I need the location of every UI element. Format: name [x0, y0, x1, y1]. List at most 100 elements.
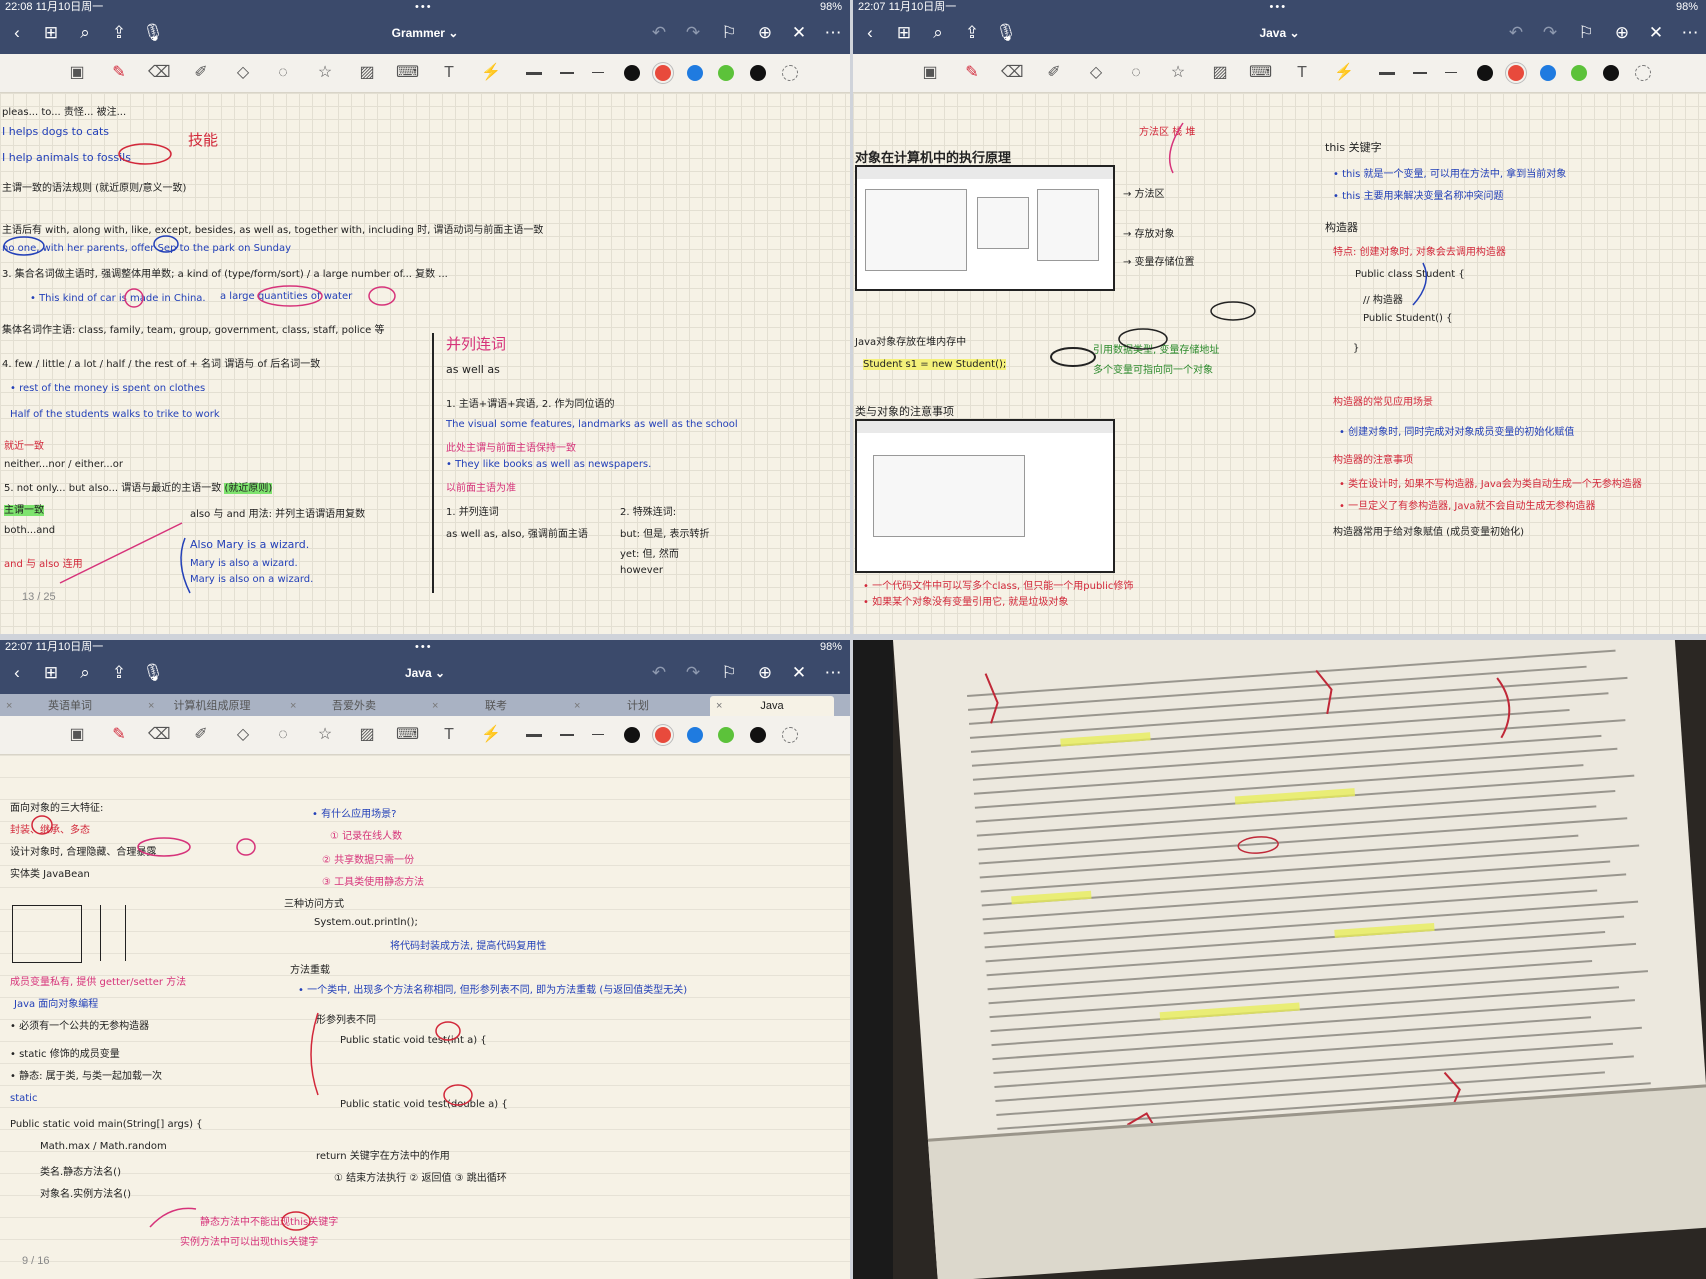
eraser-icon[interactable]: ⌫	[1001, 62, 1024, 84]
close-icon[interactable]: ✕	[1645, 22, 1667, 44]
image-icon[interactable]: ▨	[356, 62, 378, 84]
eraser-icon[interactable]: ⌫	[148, 724, 171, 746]
bookmark-icon[interactable]: ⚐	[718, 22, 740, 44]
multitask-dots[interactable]: •••	[415, 0, 433, 14]
tab-java[interactable]: × Java	[710, 696, 834, 716]
text-icon[interactable]: T	[1291, 62, 1313, 84]
keyboard-icon[interactable]: ⌨	[396, 62, 419, 84]
sticker-icon[interactable]: ☆	[314, 724, 336, 746]
note-canvas[interactable]: 面向对象的三大特征: 封装、继承、多态 设计对象时, 合理隐藏、合理暴露 实体类…	[0, 755, 850, 1279]
undo-icon[interactable]: ↶	[648, 662, 670, 684]
add-page-icon[interactable]: ⊕	[1611, 22, 1633, 44]
pen-icon[interactable]: ✎	[108, 724, 130, 746]
close-tab-icon[interactable]: ×	[148, 696, 154, 716]
stroke-width-thin[interactable]	[592, 72, 604, 73]
stroke-width-thick[interactable]	[526, 734, 542, 737]
color-swatch-blue[interactable]	[1540, 65, 1556, 81]
text-icon[interactable]: T	[438, 724, 460, 746]
color-swatch-blue[interactable]	[687, 65, 703, 81]
stroke-width-medium[interactable]	[1413, 72, 1427, 74]
bookmark-icon[interactable]: ⚐	[718, 662, 740, 684]
color-swatch-green[interactable]	[1571, 65, 1587, 81]
lasso-select-icon[interactable]: ◌	[272, 724, 294, 746]
status-time: 22:08 11月10日周一	[5, 1, 104, 13]
note-canvas[interactable]: pleas... to... 责怪... 被注... I helps dogs …	[0, 93, 850, 634]
lasso-icon[interactable]: ▣	[919, 62, 941, 84]
add-page-icon[interactable]: ⊕	[754, 662, 776, 684]
lasso-select-icon[interactable]: ◌	[272, 62, 294, 84]
tab-food-delivery[interactable]: × 吾爱外卖	[284, 696, 424, 716]
stroke-width-thin[interactable]	[592, 734, 604, 735]
tab-computer-organization[interactable]: × 计算机组成原理	[142, 696, 282, 716]
close-icon[interactable]: ✕	[788, 662, 810, 684]
lasso-select-icon[interactable]: ◌	[1125, 62, 1147, 84]
keyboard-icon[interactable]: ⌨	[1249, 62, 1272, 84]
close-tab-icon[interactable]: ×	[432, 696, 438, 716]
pen-icon[interactable]: ✎	[108, 62, 130, 84]
stroke-width-thin[interactable]	[1445, 72, 1457, 73]
laser-icon[interactable]: ⚡	[1333, 62, 1355, 84]
eraser-icon[interactable]: ⌫	[148, 62, 171, 84]
sticker-icon[interactable]: ☆	[1167, 62, 1189, 84]
image-icon[interactable]: ▨	[1209, 62, 1231, 84]
color-swatch-red[interactable]	[655, 65, 671, 81]
highlighter-icon[interactable]: ✐	[1043, 62, 1065, 84]
notes-panel-grammar: 22:08 11月10日周一 ••• 98% ‹ ⊞ ⌕ ⇪ 🎙 Grammer…	[0, 0, 850, 634]
redo-icon[interactable]: ↷	[1539, 22, 1561, 44]
add-color-icon[interactable]	[1635, 65, 1651, 81]
tab-exam[interactable]: × 联考	[426, 696, 566, 716]
shapes-icon[interactable]: ◇	[232, 724, 254, 746]
shapes-icon[interactable]: ◇	[232, 62, 254, 84]
color-swatch-black-2[interactable]	[750, 65, 766, 81]
sticker-icon[interactable]: ☆	[314, 62, 336, 84]
note-canvas[interactable]: 对象在计算机中的执行原理 → 方法区 → 存放对象 → 变量存储位置 方法区 栈…	[853, 93, 1706, 634]
color-swatch-black[interactable]	[624, 65, 640, 81]
tab-english-words[interactable]: × 英语单词	[0, 696, 140, 716]
keyboard-icon[interactable]: ⌨	[396, 724, 419, 746]
color-swatch-black-2[interactable]	[1603, 65, 1619, 81]
undo-icon[interactable]: ↶	[1505, 22, 1527, 44]
laser-icon[interactable]: ⚡	[480, 62, 502, 84]
color-swatch-green[interactable]	[718, 65, 734, 81]
lasso-icon[interactable]: ▣	[66, 62, 88, 84]
color-swatch-red[interactable]	[655, 727, 671, 743]
lasso-icon[interactable]: ▣	[66, 724, 88, 746]
more-icon[interactable]: ⋯	[1679, 22, 1701, 44]
close-tab-icon[interactable]: ×	[716, 696, 722, 716]
close-tab-icon[interactable]: ×	[6, 696, 12, 716]
color-swatch-green[interactable]	[718, 727, 734, 743]
more-icon[interactable]: ⋯	[822, 22, 844, 44]
highlighter-icon[interactable]: ✐	[190, 724, 212, 746]
nav-bar: ‹ ⊞ ⌕ ⇪ 🎙 Java ⌄ ↶ ↷ ⚐ ⊕ ✕ ⋯	[853, 14, 1706, 54]
redo-icon[interactable]: ↷	[682, 662, 704, 684]
redo-icon[interactable]: ↷	[682, 22, 704, 44]
add-page-icon[interactable]: ⊕	[754, 22, 776, 44]
shapes-icon[interactable]: ◇	[1085, 62, 1107, 84]
tool-bar: ▣ ✎ ⌫ ✐ ◇ ◌ ☆ ▨ ⌨ T ⚡	[0, 54, 850, 93]
laser-icon[interactable]: ⚡	[480, 724, 502, 746]
tab-plan[interactable]: × 计划	[568, 696, 708, 716]
add-color-icon[interactable]	[782, 727, 798, 743]
text-icon[interactable]: T	[438, 62, 460, 84]
close-tab-icon[interactable]: ×	[574, 696, 580, 716]
more-icon[interactable]: ⋯	[822, 662, 844, 684]
undo-icon[interactable]: ↶	[648, 22, 670, 44]
add-color-icon[interactable]	[782, 65, 798, 81]
color-swatch-black-2[interactable]	[750, 727, 766, 743]
color-swatch-red[interactable]	[1508, 65, 1524, 81]
bookmark-icon[interactable]: ⚐	[1575, 22, 1597, 44]
color-swatch-black[interactable]	[1477, 65, 1493, 81]
close-icon[interactable]: ✕	[788, 22, 810, 44]
stroke-width-medium[interactable]	[560, 734, 574, 736]
close-tab-icon[interactable]: ×	[290, 696, 296, 716]
color-swatch-blue[interactable]	[687, 727, 703, 743]
stroke-width-medium[interactable]	[560, 72, 574, 74]
multitask-dots[interactable]: •••	[1270, 0, 1288, 14]
stroke-width-thick[interactable]	[526, 72, 542, 75]
pen-icon[interactable]: ✎	[961, 62, 983, 84]
highlighter-icon[interactable]: ✐	[190, 62, 212, 84]
multitask-dots[interactable]: •••	[415, 640, 433, 654]
stroke-width-thick[interactable]	[1379, 72, 1395, 75]
image-icon[interactable]: ▨	[356, 724, 378, 746]
color-swatch-black[interactable]	[624, 727, 640, 743]
